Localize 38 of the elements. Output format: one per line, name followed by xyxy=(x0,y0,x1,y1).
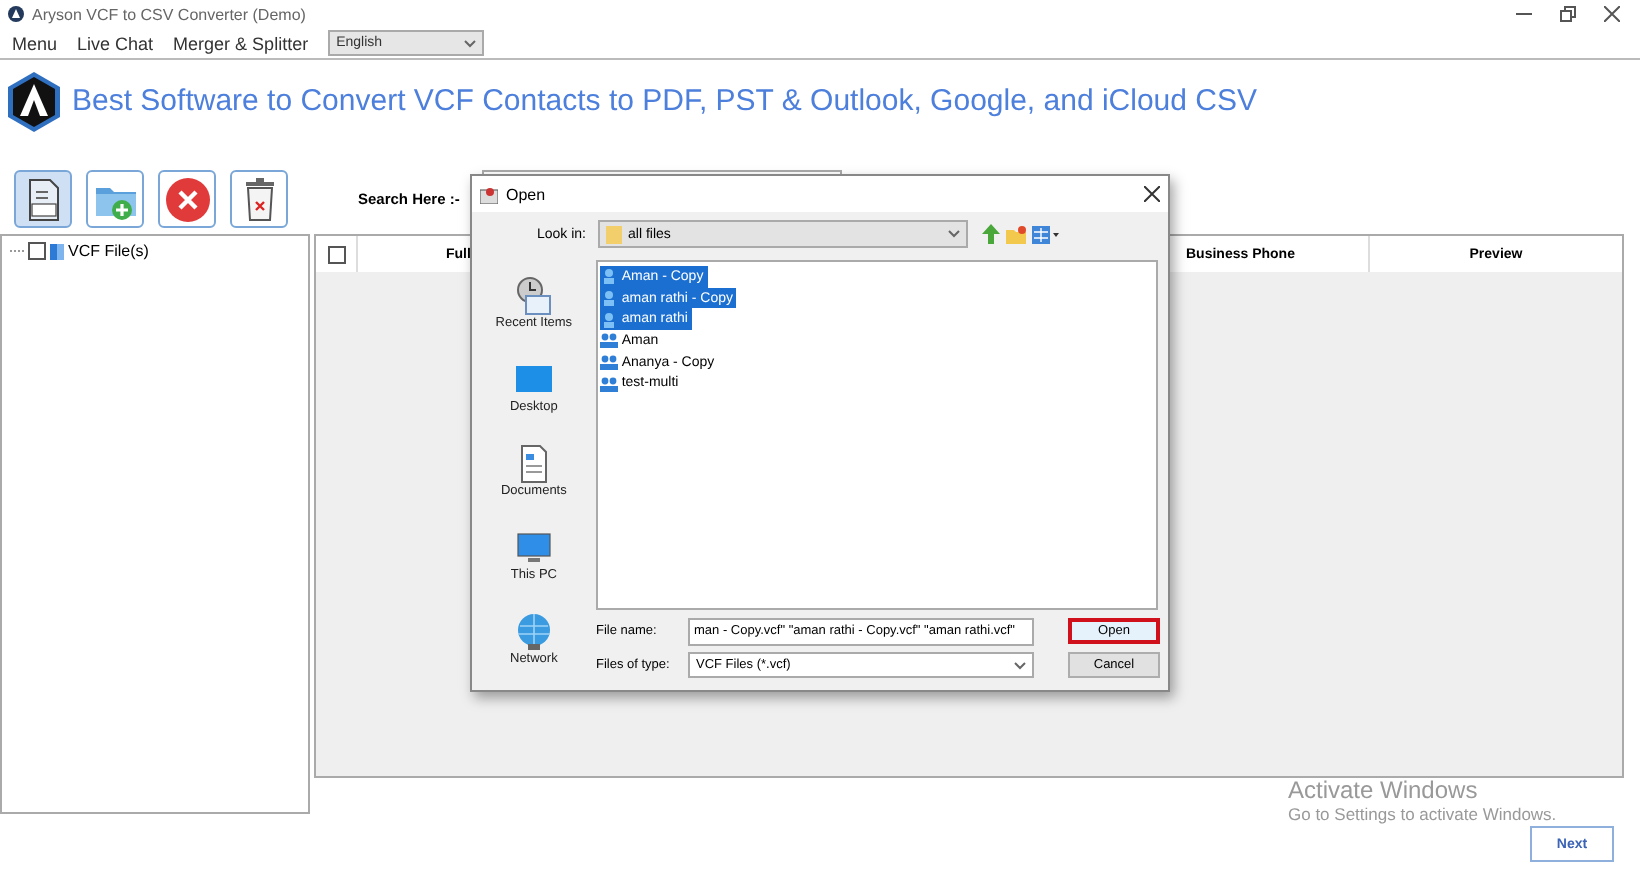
toolbar-button[interactable] xyxy=(230,170,288,228)
dialog-icon xyxy=(480,185,498,203)
contact-icon xyxy=(599,311,618,328)
remove-icon xyxy=(163,175,211,223)
menu-item[interactable]: Menu xyxy=(12,33,58,53)
activation-message: Go to Settings to activate Windows. xyxy=(1288,804,1557,824)
checkbox[interactable] xyxy=(327,245,345,263)
app-icon xyxy=(8,6,24,22)
contact-icon xyxy=(599,354,618,371)
tree-item[interactable]: VCF File(s) xyxy=(68,242,149,260)
dropdown-icon xyxy=(948,230,960,238)
checkbox[interactable] xyxy=(28,242,46,260)
contact-icon xyxy=(599,268,618,285)
activation-title: Activate Windows xyxy=(1288,776,1480,804)
globe-icon[interactable] xyxy=(513,611,554,651)
new-folder-icon[interactable] xyxy=(1006,225,1026,243)
recent-items-icon[interactable] xyxy=(513,275,554,315)
file-icon xyxy=(50,243,64,259)
view-menu-icon[interactable] xyxy=(1032,225,1060,243)
contact-icon xyxy=(599,290,618,307)
up-folder-icon[interactable] xyxy=(982,224,1000,244)
dialog-title: Open xyxy=(506,185,546,203)
contact-icon xyxy=(599,375,618,392)
restore-icon[interactable] xyxy=(1560,6,1576,22)
logo-icon xyxy=(8,71,60,131)
computer-icon[interactable] xyxy=(513,527,554,567)
dropdown-icon xyxy=(464,39,477,47)
contact-icon xyxy=(599,332,618,349)
menu-item[interactable]: Live Chat xyxy=(77,33,154,53)
app-heading: Best Software to Convert VCF Contacts to PDF, PST & Outlook, Google, and iCloud CSV xyxy=(72,84,1257,118)
menu-item[interactable]: Merger & Splitter xyxy=(173,33,309,53)
toolbar-button[interactable] xyxy=(14,170,72,228)
window-title: Aryson VCF to CSV Converter (Demo) xyxy=(32,5,306,23)
toolbar-button[interactable] xyxy=(158,170,216,228)
folder-icon xyxy=(606,225,622,243)
close-icon[interactable] xyxy=(1604,6,1620,22)
dropdown-icon xyxy=(1014,661,1026,669)
close-icon[interactable] xyxy=(1144,186,1160,202)
